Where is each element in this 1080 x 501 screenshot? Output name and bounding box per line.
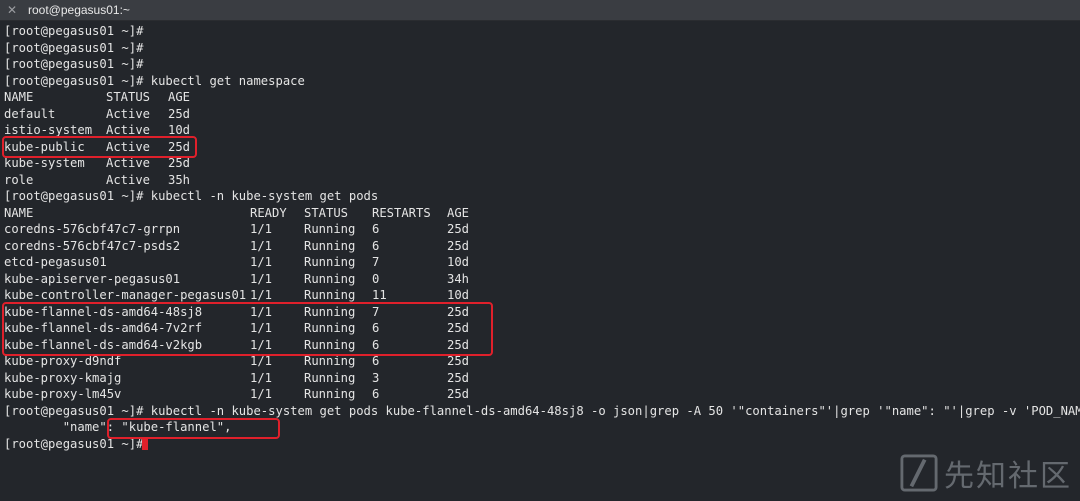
cell: 3 xyxy=(372,370,380,385)
cell: 1/1 xyxy=(250,387,273,401)
watermark-logo-icon xyxy=(900,454,938,492)
pod-row: kube-proxy-kmajg 1/1 Running 3 25d xyxy=(4,370,504,387)
cell: Active xyxy=(106,172,151,187)
prompt-line: [root@pegasus01 ~]# xyxy=(4,57,144,71)
terminal-window: ✕ root@pegasus01:~ [root@pegasus01 ~]# [… xyxy=(0,0,1080,501)
cell: Running xyxy=(304,370,356,385)
cell: 1/1 xyxy=(250,238,273,253)
watermark: 先知社区 xyxy=(900,451,1072,495)
watermark-text: 先知社区 xyxy=(944,459,1072,494)
terminal-cursor xyxy=(142,437,148,450)
cell: kube-proxy-kmajg xyxy=(4,370,122,385)
cell: 25d xyxy=(447,387,470,401)
cell: Running xyxy=(304,271,356,286)
cell: 10d xyxy=(447,255,470,269)
cell: 6 xyxy=(372,222,380,236)
pod-row: coredns-576cbf47c7-psds2 1/1 Running 6 2… xyxy=(4,238,504,255)
cell: 25d xyxy=(447,222,470,236)
cell: 0 xyxy=(372,271,380,286)
cell: Running xyxy=(304,238,356,253)
column-header: AGE xyxy=(168,90,191,104)
cell: 1/1 xyxy=(250,222,273,236)
prompt-line: [root@pegasus01 ~]# xyxy=(4,40,144,55)
pod-row: coredns-576cbf47c7-grrpn 1/1 Running 6 2… xyxy=(4,221,504,238)
cell: coredns-576cbf47c7-grrpn xyxy=(4,222,181,236)
highlight-box-kube-public xyxy=(2,136,197,158)
title-bar: ✕ root@pegasus01:~ xyxy=(0,0,1080,21)
command-line: [root@pegasus01 ~]# kubectl -n kube-syst… xyxy=(4,403,1080,418)
cell: 6 xyxy=(372,238,380,253)
highlight-box-flannel-pods xyxy=(2,302,493,356)
cell: role xyxy=(4,172,34,187)
cell: 25d xyxy=(447,238,470,253)
cell: 25d xyxy=(447,370,470,385)
column-header: RESTARTS xyxy=(372,205,431,220)
cell: kube-apiserver-pegasus01 xyxy=(4,271,181,286)
cell: 1/1 xyxy=(250,255,273,269)
command-line: [root@pegasus01 ~]# kubectl get namespac… xyxy=(4,73,305,88)
cell: Running xyxy=(304,255,356,269)
namespace-row: role Active 35h xyxy=(4,172,304,189)
pods-header-row: NAME READY STATUS RESTARTS AGE xyxy=(4,205,504,222)
pod-row: etcd-pegasus01 1/1 Running 7 10d xyxy=(4,254,504,271)
column-header: NAME xyxy=(4,205,34,220)
cell: 34h xyxy=(447,271,470,286)
pod-row: kube-proxy-lm45v 1/1 Running 6 25d xyxy=(4,386,504,403)
cell: 1/1 xyxy=(250,370,273,385)
cell: 7 xyxy=(372,255,380,269)
cell: 35h xyxy=(168,172,191,187)
cell: Running xyxy=(304,222,356,236)
window-title: root@pegasus01:~ xyxy=(28,3,130,17)
pod-row: kube-apiserver-pegasus01 1/1 Running 0 3… xyxy=(4,271,504,288)
cell: coredns-576cbf47c7-psds2 xyxy=(4,238,181,253)
cell: default xyxy=(4,106,56,121)
prompt-line: [root@pegasus01 ~]# xyxy=(4,24,144,38)
cell: 25d xyxy=(168,106,191,121)
namespace-row: default Active 25d xyxy=(4,106,304,123)
cell: kube-proxy-lm45v xyxy=(4,387,122,401)
cell: 6 xyxy=(372,387,380,401)
column-header: NAME xyxy=(4,90,34,104)
column-header: READY xyxy=(250,205,287,220)
cell: Running xyxy=(304,387,356,401)
column-header: STATUS xyxy=(106,90,151,104)
namespace-header-row: NAME STATUS AGE xyxy=(4,89,304,106)
command-line: [root@pegasus01 ~]# kubectl -n kube-syst… xyxy=(4,189,379,203)
column-header: AGE xyxy=(447,205,470,220)
cell: etcd-pegasus01 xyxy=(4,255,107,269)
cell: 1/1 xyxy=(250,271,273,286)
highlight-box-container-name xyxy=(107,418,280,439)
cell: Active xyxy=(106,106,151,121)
column-header: STATUS xyxy=(304,205,349,220)
close-icon[interactable]: ✕ xyxy=(0,0,24,20)
